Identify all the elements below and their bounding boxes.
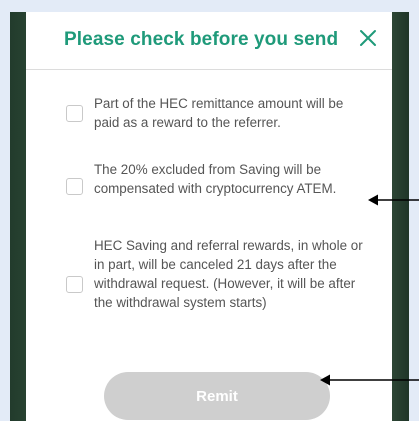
checkbox[interactable] (66, 178, 83, 195)
left-arrow-icon (320, 374, 419, 386)
left-arrow-icon (368, 194, 419, 206)
checklist-item-text: Part of the HEC remittance amount will b… (94, 96, 344, 130)
close-icon (360, 30, 376, 46)
checkbox[interactable] (66, 105, 83, 122)
confirmation-dialog: Please check before you send Part of the… (26, 12, 392, 421)
dialog-title: Please check before you send (64, 29, 339, 50)
checklist-item-text: HEC Saving and referral rewards, in whol… (94, 238, 363, 310)
remit-button[interactable]: Remit (104, 372, 330, 420)
checklist-item-text: The 20% excluded from Saving will be com… (94, 162, 337, 196)
dialog-header: Please check before you send (26, 12, 392, 70)
close-button[interactable] (356, 26, 380, 50)
annotation-arrow-remit (320, 373, 419, 387)
checkbox[interactable] (66, 276, 83, 293)
annotation-arrow-checklist (368, 193, 419, 207)
